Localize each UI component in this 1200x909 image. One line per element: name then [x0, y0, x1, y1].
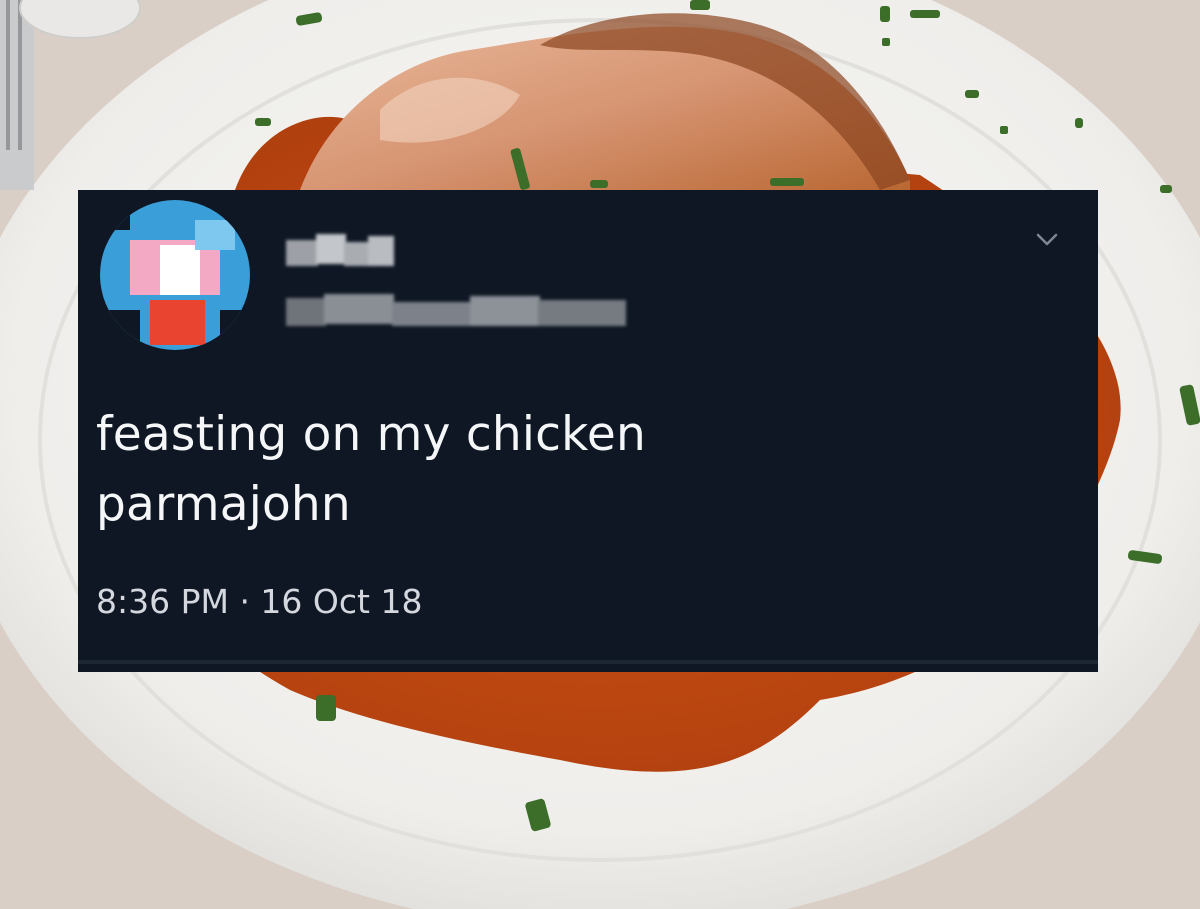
tweet-text: feasting on my chicken parmajohn	[96, 407, 646, 532]
username-redacted	[286, 294, 626, 326]
tweet-timestamp[interactable]: 8:36 PM · 16 Oct 18	[96, 582, 422, 622]
fork	[0, 0, 34, 190]
chevron-down-icon[interactable]	[1034, 226, 1060, 252]
display-name-redacted	[286, 234, 394, 266]
divider	[78, 660, 1098, 664]
tweet-card: feasting on my chicken parmajohn 8:36 PM…	[78, 190, 1098, 672]
avatar-pixelated-image	[100, 200, 250, 350]
avatar[interactable]	[100, 200, 250, 350]
